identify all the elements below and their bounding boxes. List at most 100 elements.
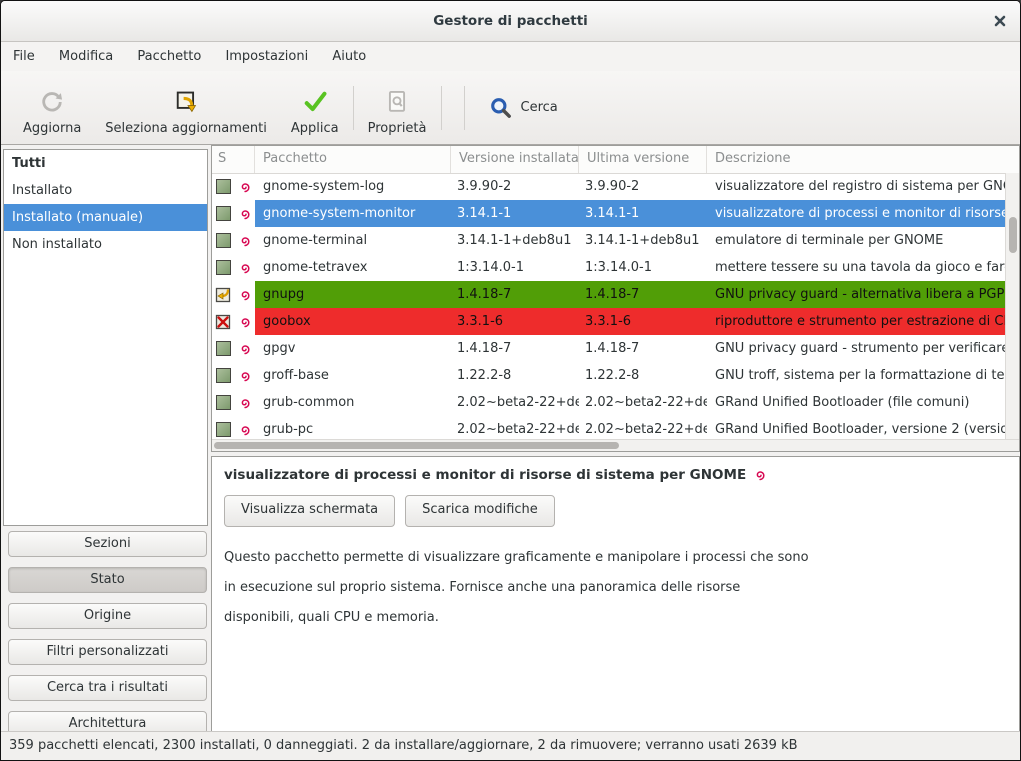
horizontal-scrollbar-thumb[interactable] xyxy=(214,442,619,449)
filter-item-tutti[interactable]: Tutti xyxy=(4,150,207,177)
debian-swirl-icon xyxy=(237,206,253,222)
latest-version: 3.14.1-1+deb8u1 xyxy=(579,227,707,254)
titlebar[interactable]: Gestore di pacchetti xyxy=(1,1,1020,42)
debian-swirl-icon xyxy=(237,260,253,276)
toolbar-separator xyxy=(441,86,442,130)
column-header-status[interactable]: S xyxy=(212,146,255,173)
package-description: GRand Unified Bootloader, versione 2 (ve… xyxy=(707,416,1005,439)
filter-item-installato[interactable]: Installato xyxy=(4,177,207,204)
installed-version: 1:3.14.0-1 xyxy=(451,254,579,281)
package-name: gnome-system-monitor xyxy=(255,200,451,227)
menu-file[interactable]: File xyxy=(3,42,45,71)
horizontal-scrollbar[interactable] xyxy=(212,439,1019,451)
changelog-button[interactable]: Scarica modifiche xyxy=(405,495,555,527)
installed-version: 3.3.1-6 xyxy=(451,308,579,335)
menu-impostazioni[interactable]: Impostazioni xyxy=(215,42,318,71)
table-row-marked-remove[interactable]: goobox 3.3.1-6 3.3.1-6 riproduttore e st… xyxy=(212,308,1005,335)
search-icon xyxy=(489,96,513,120)
status-button[interactable]: Stato xyxy=(8,567,207,593)
mark-upgrades-button[interactable]: Seleziona aggiornamenti xyxy=(93,80,279,136)
menu-pacchetto[interactable]: Pacchetto xyxy=(127,42,211,71)
search-label: Cerca xyxy=(521,100,558,115)
package-description: GNU troff, sistema per la formattazione … xyxy=(707,362,1005,389)
installed-version: 3.14.1-1+deb8u1 xyxy=(451,227,579,254)
menubar: File Modifica Pacchetto Impostazioni Aiu… xyxy=(1,42,1020,71)
latest-version: 3.3.1-6 xyxy=(579,308,707,335)
status-installed-icon xyxy=(216,395,231,410)
properties-button[interactable]: Proprietà xyxy=(356,80,439,136)
table-row[interactable]: gnome-terminal 3.14.1-1+deb8u1 3.14.1-1+… xyxy=(212,227,1005,254)
table-row[interactable]: gpgv 1.4.18-7 1.4.18-7 GNU privacy guard… xyxy=(212,335,1005,362)
latest-version: 2.02~beta2-22+deb8u1 xyxy=(579,389,707,416)
column-header-package[interactable]: Pacchetto xyxy=(255,146,451,173)
vertical-scrollbar-thumb[interactable] xyxy=(1009,217,1017,253)
debian-swirl-icon xyxy=(752,467,768,483)
reload-label: Aggiorna xyxy=(23,121,81,136)
status-installed-icon xyxy=(216,233,231,248)
menu-aiuto[interactable]: Aiuto xyxy=(322,42,376,71)
latest-version: 3.9.90-2 xyxy=(579,173,707,200)
package-name: grub-common xyxy=(255,389,451,416)
mark-upgrades-label: Seleziona aggiornamenti xyxy=(105,121,267,136)
sections-button[interactable]: Sezioni xyxy=(8,531,207,557)
status-installed-icon xyxy=(216,260,231,275)
package-name: goobox xyxy=(255,308,451,335)
package-description: emulatore di terminale per GNOME xyxy=(707,227,1005,254)
table-body: gnome-system-log 3.9.90-2 3.9.90-2 visua… xyxy=(212,173,1005,439)
package-name: gnome-terminal xyxy=(255,227,451,254)
table-row-marked-install[interactable]: gnupg 1.4.18-7 1.4.18-7 GNU privacy guar… xyxy=(212,281,1005,308)
latest-version: 1.4.18-7 xyxy=(579,335,707,362)
search-button[interactable]: Cerca xyxy=(475,85,572,131)
origin-button[interactable]: Origine xyxy=(8,603,207,629)
close-icon[interactable] xyxy=(992,13,1008,29)
debian-swirl-icon xyxy=(237,179,253,195)
status-installed-icon xyxy=(216,179,231,194)
details-description: Questo pacchetto permette di visualizzar… xyxy=(224,543,809,633)
package-name: grub-pc xyxy=(255,416,451,439)
filter-list: Tutti Installato Installato (manuale) No… xyxy=(3,149,208,526)
debian-swirl-icon xyxy=(237,368,253,384)
synaptic-window: Gestore di pacchetti File Modifica Pacch… xyxy=(0,0,1021,761)
filter-item-installato-manuale[interactable]: Installato (manuale) xyxy=(4,204,207,231)
menu-modifica[interactable]: Modifica xyxy=(49,42,123,71)
vertical-scrollbar[interactable] xyxy=(1005,173,1019,439)
table-row[interactable]: gnome-system-log 3.9.90-2 3.9.90-2 visua… xyxy=(212,173,1005,200)
properties-icon xyxy=(384,89,410,115)
package-description: GNU privacy guard - strumento per verifi… xyxy=(707,335,1005,362)
package-name: gnome-tetravex xyxy=(255,254,451,281)
package-name: groff-base xyxy=(255,362,451,389)
custom-filters-button[interactable]: Filtri personalizzati xyxy=(8,639,207,665)
table-row[interactable]: grub-pc 2.02~beta2-22+deb8u1 2.02~beta2-… xyxy=(212,416,1005,439)
column-header-latest-version[interactable]: Ultima versione xyxy=(579,146,707,173)
toolbar-separator xyxy=(353,86,354,130)
table-row[interactable]: gnome-tetravex 1:3.14.0-1 1:3.14.0-1 met… xyxy=(212,254,1005,281)
apply-label: Applica xyxy=(291,121,339,136)
status-installed-icon xyxy=(216,422,231,437)
package-table: S Pacchetto Versione installata Ultima v… xyxy=(211,145,1020,452)
package-description: visualizzatore di processi e monitor di … xyxy=(707,200,1005,227)
filter-item-non-installato[interactable]: Non installato xyxy=(4,231,207,258)
debian-swirl-icon xyxy=(237,314,253,330)
statusbar: 359 pacchetti elencati, 2300 installati,… xyxy=(1,731,1020,760)
view-switch-buttons: Sezioni Stato Origine Filtri personalizz… xyxy=(8,531,207,737)
screenshot-button[interactable]: Visualizza schermata xyxy=(224,495,395,527)
installed-version: 3.9.90-2 xyxy=(451,173,579,200)
refresh-icon xyxy=(39,89,65,115)
debian-swirl-icon xyxy=(237,422,253,438)
table-row-selected[interactable]: gnome-system-monitor 3.14.1-1 3.14.1-1 v… xyxy=(212,200,1005,227)
package-description: riproduttore e strumento per estrazione … xyxy=(707,308,1005,335)
search-results-button[interactable]: Cerca tra i risultati xyxy=(8,675,207,701)
column-header-description[interactable]: Descrizione xyxy=(707,146,1019,173)
package-description: mettere tessere su una tavola da gioco e… xyxy=(707,254,1005,281)
reload-button[interactable]: Aggiorna xyxy=(11,80,93,136)
main-area: Tutti Installato Installato (manuale) No… xyxy=(1,145,1020,732)
latest-version: 1:3.14.0-1 xyxy=(579,254,707,281)
table-row[interactable]: groff-base 1.22.2-8 1.22.2-8 GNU troff, … xyxy=(212,362,1005,389)
column-header-installed-version[interactable]: Versione installata xyxy=(451,146,579,173)
table-row[interactable]: grub-common 2.02~beta2-22+deb8u1 2.02~be… xyxy=(212,389,1005,416)
mark-upgrades-icon xyxy=(173,89,199,115)
package-description: visualizzatore del registro di sistema p… xyxy=(707,173,1005,200)
apply-button[interactable]: Applica xyxy=(279,80,351,136)
status-installed-icon xyxy=(216,368,231,383)
latest-version: 1.4.18-7 xyxy=(579,281,707,308)
